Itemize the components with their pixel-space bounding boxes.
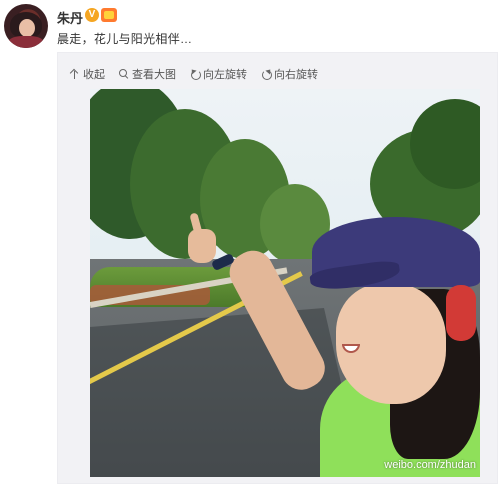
rotate-right-button[interactable]: 向右旋转: [261, 66, 318, 82]
rotate-left-button[interactable]: 向左旋转: [190, 66, 247, 82]
collapse-button[interactable]: 收起: [70, 66, 105, 82]
rotate-left-icon: [190, 69, 201, 80]
photo-watermark: weibo.com/zhudan: [384, 459, 476, 471]
collapse-up-icon: [70, 69, 80, 79]
rotate-left-label: 向左旋转: [203, 69, 247, 81]
author-avatar[interactable]: [4, 4, 48, 48]
author-name[interactable]: 朱丹: [57, 8, 83, 27]
verified-v-icon[interactable]: V: [85, 8, 99, 22]
expanded-media-box: 收起 查看大图 向左旋转 向右旋转 weibo.com/zhudan: [57, 52, 498, 484]
view-large-button[interactable]: 查看大图: [119, 66, 176, 82]
rotate-right-label: 向右旋转: [274, 69, 318, 81]
post-photo[interactable]: weibo.com/zhudan: [90, 89, 480, 477]
author-badges: V: [85, 8, 117, 22]
post-text: 晨走，花儿与阳光相伴…: [57, 32, 193, 46]
weibo-post: 朱丹 V 晨走，花儿与阳光相伴… 收起 查看大图 向左旋转 向右旋转 weibo…: [0, 0, 500, 484]
collapse-label: 收起: [83, 69, 105, 81]
rotate-right-icon: [261, 69, 272, 80]
vip-crown-icon[interactable]: [101, 8, 117, 22]
magnifier-icon: [119, 69, 129, 79]
media-toolbar: 收起 查看大图 向左旋转 向右旋转: [70, 66, 318, 82]
view-large-label: 查看大图: [132, 69, 176, 81]
